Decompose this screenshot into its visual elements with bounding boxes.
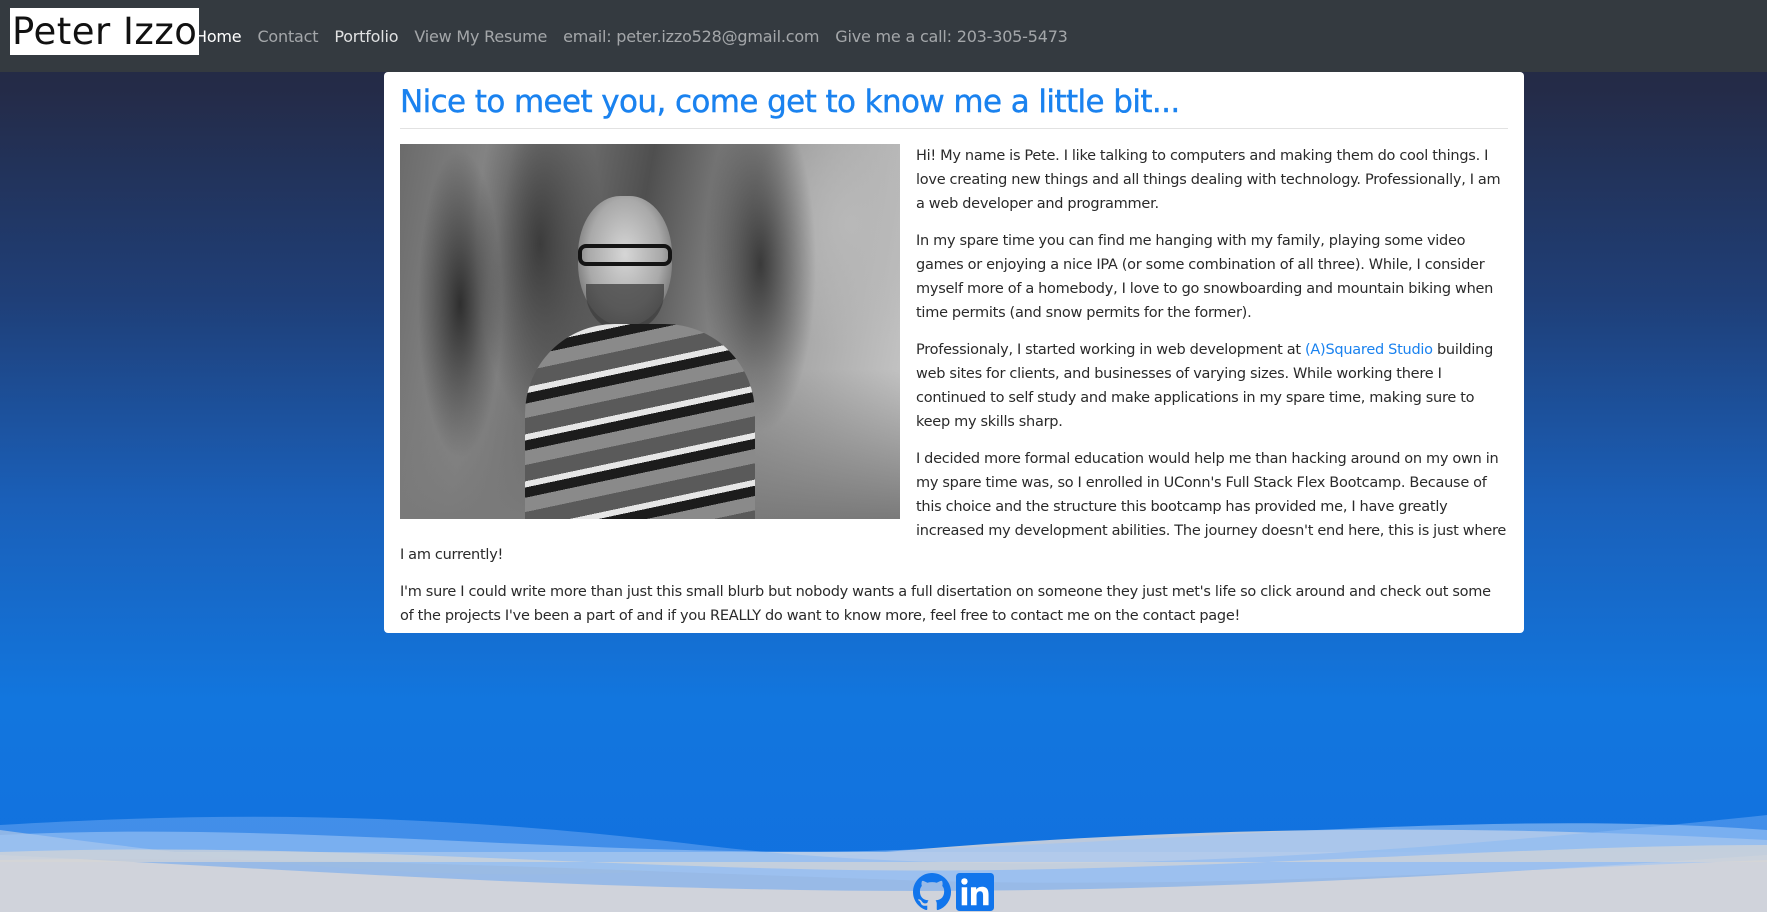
nav-link-portfolio[interactable]: Portfolio [334,27,398,46]
nav-link-resume[interactable]: View My Resume [414,27,547,46]
linkedin-icon[interactable] [956,873,994,911]
page-title: Nice to meet you, come get to know me a … [400,84,1181,120]
footer-waves [0,815,1767,917]
brand-logo[interactable]: Peter Izzo [10,8,200,55]
title-divider [400,128,1508,129]
profile-photo [400,144,900,519]
nav-link-email[interactable]: email: peter.izzo528@gmail.com [563,27,819,46]
about-card: Nice to meet you, come get to know me a … [384,72,1524,633]
nav-link-contact[interactable]: Contact [257,27,318,46]
nav-link-phone[interactable]: Give me a call: 203-305-5473 [835,27,1068,46]
nav-links: Home Contact Portfolio View My Resume em… [195,0,1084,72]
asquared-studio-link[interactable]: (A)Squared Studio [1305,342,1433,358]
top-navbar: Peter Izzo Home Contact Portfolio View M… [0,0,1767,72]
about-paragraph-closing: I'm sure I could write more than just th… [400,584,1491,624]
github-icon[interactable] [913,873,951,911]
nav-link-home[interactable]: Home [195,27,242,46]
social-links [913,873,994,911]
